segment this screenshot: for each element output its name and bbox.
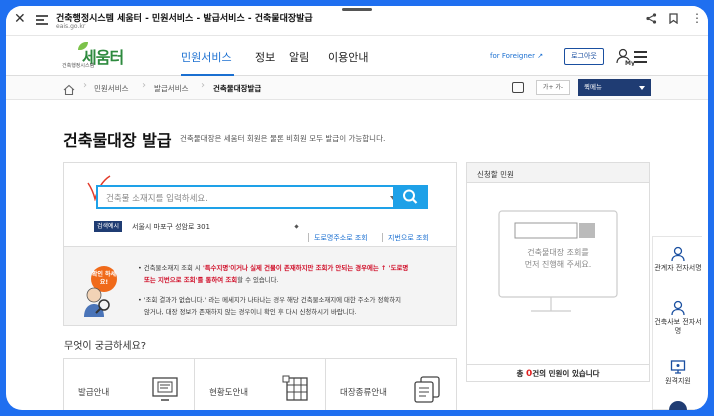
external-link-icon: ↗	[537, 52, 544, 60]
close-icon[interactable]: ✕	[14, 11, 26, 27]
notice-line-4: 않거나, 대장 정보가 존재하지 않는 경우이니 확인 후 다시 신청하시기 바…	[144, 308, 357, 316]
faq-cards: 발급안내 현황도안내 대장종류안내	[63, 358, 457, 410]
faq-card-issue-guide[interactable]: 발급안내	[64, 359, 195, 410]
browser-page-title: 건축행정시스템 세움터 - 민원서비스 - 발급서비스 - 건축물대장발급	[56, 14, 313, 24]
nav-civil-service[interactable]: 민원서비스	[181, 49, 232, 65]
notice-emphasis: '특수지명'이거나 실제 건물이 존재하지만 조회가 안되는 경우에는 ↑ '도…	[202, 264, 409, 272]
nav-info[interactable]: 정보	[255, 49, 275, 65]
search-icon	[403, 189, 418, 204]
notice-text: • 건축물소재지 조회 시	[138, 264, 203, 272]
address-search-input[interactable]: 건축물 소재지를 입력하세요.	[96, 185, 406, 209]
lot-number-search-link[interactable]: 지번으로 조회	[388, 233, 429, 243]
cursor-mark	[294, 224, 299, 229]
bookmark-icon[interactable]	[669, 13, 678, 27]
page-subtitle: 건축물대장은 세움터 회원은 물론 비회원 모두 발급이 가능합니다.	[180, 134, 386, 143]
notice-line-3: • '조회 결과가 없습니다.' 라는 메세지가 나타나는 경우 해당 건축물소…	[138, 296, 401, 304]
faq-title: 무엇이 궁금하세요?	[64, 341, 147, 352]
site-logo[interactable]: 세움터 건축행정시스템	[62, 42, 132, 70]
apply-panel-header: 신청할 민원	[467, 163, 649, 183]
side-item-label: 원격지원	[665, 377, 691, 385]
logo-small: 건축행정시스템	[62, 63, 95, 69]
chevron-down-icon	[639, 86, 645, 90]
breadcrumb-item[interactable]: 민원서비스	[94, 83, 129, 94]
side-item-label: 관계자 전자서명	[654, 264, 702, 272]
floor-plan-icon	[282, 375, 308, 401]
quick-menu-select[interactable]: 퀵메뉴	[578, 79, 651, 96]
apply-panel-title: 신청할 민원	[477, 170, 514, 179]
browser-url[interactable]: eais.go.kr	[56, 23, 85, 30]
chevron-right-icon: ›	[201, 80, 205, 91]
my-label: My	[625, 60, 634, 66]
notice-line-1: • 건축물소재지 조회 시 '특수지명'이거나 실제 건물이 존재하지만 조회가…	[138, 263, 408, 272]
browser-window: ✕ 건축행정시스템 세움터 - 민원서비스 - 발급서비스 - 건축물대장발급 …	[6, 6, 708, 410]
person-sign-icon	[671, 300, 685, 316]
faq-card-status-guide[interactable]: 현황도안내	[195, 359, 326, 410]
faq-card-label: 현황도안내	[209, 388, 249, 398]
faq-card-label: 발급안내	[78, 388, 110, 398]
example-badge: 검색예시	[94, 221, 123, 232]
share-icon[interactable]	[646, 13, 657, 27]
faq-card-register-types[interactable]: 대장종류안내	[326, 359, 457, 410]
scroll-top-button[interactable]	[669, 401, 687, 410]
breadcrumb-current: 건축물대장발급	[213, 84, 262, 93]
nav-guide[interactable]: 이용안내	[328, 49, 368, 65]
divider	[308, 233, 309, 242]
more-icon[interactable]: ⋮	[691, 11, 703, 25]
side-quick-links: 관계자 전자서명 건축사보 전자서명 원격지원	[652, 236, 702, 410]
apply-count-suffix: 건의 민원이 있습니다	[532, 369, 600, 378]
breadcrumb-item[interactable]: 발급서비스	[154, 83, 189, 94]
side-item-architect-signature[interactable]: 건축사보 전자서명	[653, 300, 703, 336]
browser-toolbar: ✕ 건축행정시스템 세움터 - 민원서비스 - 발급서비스 - 건축물대장발급 …	[6, 6, 708, 36]
magnifier-person-icon	[84, 287, 110, 317]
documents-icon	[414, 376, 440, 403]
print-icon[interactable]	[512, 82, 524, 93]
side-item-related-signature[interactable]: 관계자 전자서명	[653, 246, 703, 273]
site-settings-icon[interactable]	[36, 15, 48, 25]
apply-empty-line-2: 먼저 진행해 주세요.	[524, 260, 592, 269]
side-item-remote-support[interactable]: 원격지원	[653, 359, 703, 386]
notice-emphasis: 또는 지번으로 조회'를 통하여 조회	[144, 276, 238, 284]
apply-panel: 신청할 민원 건축물대장 조회를 먼저 진행해 주세요. 총 0건의 민원이 있…	[466, 162, 650, 382]
apply-empty-line-1: 건축물대장 조회를	[527, 248, 589, 257]
nav-notice[interactable]: 알림	[289, 49, 309, 65]
road-address-search-link[interactable]: 도로명주소로 조회	[314, 233, 368, 243]
notice-text: 할 수 있습니다.	[237, 276, 279, 284]
page-title: 건축물대장 발급	[63, 131, 172, 150]
chevron-right-icon: ›	[142, 80, 146, 91]
home-icon[interactable]	[63, 81, 75, 100]
notice-line-2: 또는 지번으로 조회'를 통하여 조회할 수 있습니다.	[144, 275, 279, 284]
document-monitor-icon	[152, 377, 178, 401]
site-header: 세움터 건축행정시스템 민원서비스 정보 알림 이용안내 for Foreign…	[6, 36, 708, 76]
logout-button[interactable]: 로그아웃	[564, 48, 604, 65]
chevron-right-icon: ›	[83, 80, 87, 91]
for-foreigner-link[interactable]: for Foreigner ↗	[490, 52, 543, 60]
font-size-control[interactable]: 가+ 가-	[536, 80, 570, 95]
drag-handle[interactable]	[342, 8, 372, 11]
quick-menu-label: 퀵메뉴	[584, 83, 602, 91]
apply-count: 총 0건의 민원이 있습니다	[467, 364, 649, 382]
notice-box: 확인 하세요! • 건축물소재지 조회 시 '특수지명'이거나 실제 건물이 존…	[63, 247, 457, 326]
my-page-icon[interactable]: My	[616, 48, 635, 67]
for-foreigner-label: for Foreigner	[490, 52, 535, 60]
example-address: 서울시 마포구 성암로 301	[132, 223, 210, 231]
person-sign-icon	[671, 246, 685, 262]
faq-card-label: 대장종류안내	[340, 388, 387, 398]
divider	[382, 233, 383, 242]
side-item-label: 건축사보 전자서명	[654, 318, 702, 335]
search-placeholder: 건축물 소재지를 입력하세요.	[106, 194, 208, 204]
breadcrumb: › 민원서비스 › 발급서비스 › 건축물대장발급 가+ 가- 퀵메뉴	[6, 76, 708, 100]
search-button[interactable]	[393, 185, 428, 209]
apply-count-prefix: 총	[516, 369, 526, 378]
menu-icon[interactable]	[634, 51, 647, 66]
search-panel: 건축물 소재지를 입력하세요. 검색예시 서울시 마포구 성암로 301 도로명…	[63, 162, 457, 253]
remote-monitor-icon	[670, 360, 686, 374]
